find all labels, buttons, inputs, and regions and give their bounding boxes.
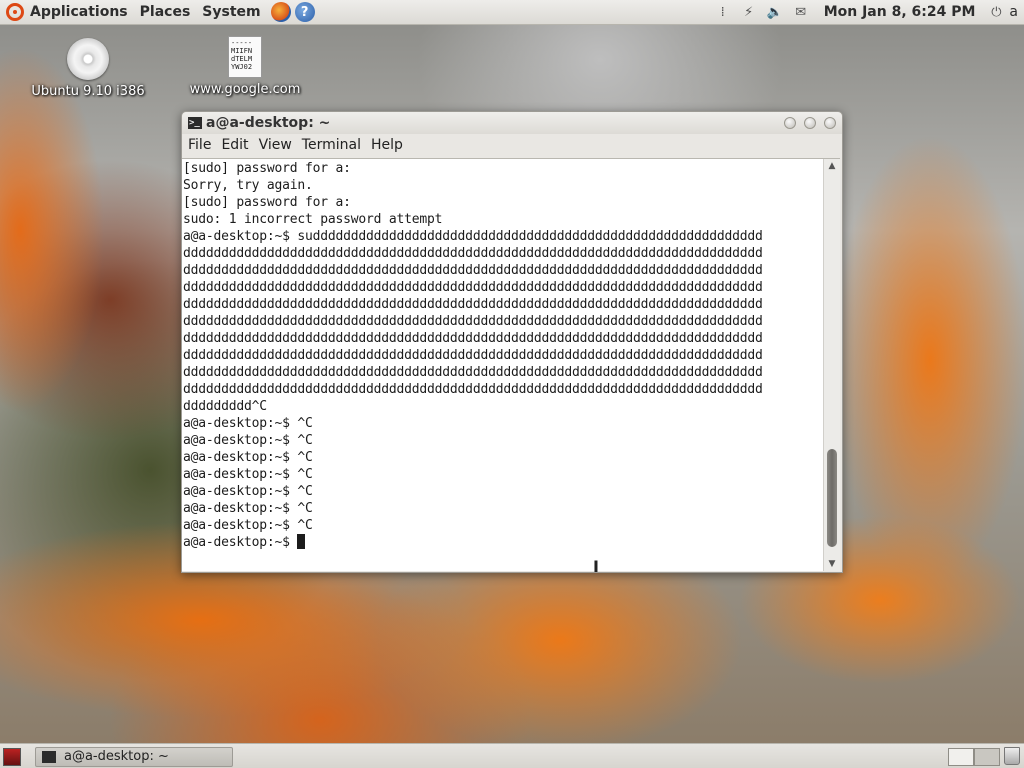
taskbar-item-terminal[interactable]: a@a-desktop: ~ — [35, 746, 233, 767]
clock[interactable]: Mon Jan 8, 6:24 PM — [824, 4, 976, 20]
terminal-window: >_ a@a-desktop: ~ File Edit View Termina… — [181, 111, 843, 573]
terminal-line: a@a-desktop:~$ ^C — [183, 433, 313, 448]
terminal-line: a@a-desktop:~$ ^C — [183, 518, 313, 533]
desktop-icon-label: Ubuntu 9.10 i386 — [31, 84, 145, 99]
scroll-up-icon[interactable]: ▲ — [824, 159, 840, 173]
terminal-line: sudo: 1 incorrect password attempt — [183, 212, 443, 227]
menu-edit[interactable]: Edit — [216, 137, 253, 153]
cd-icon — [67, 38, 109, 80]
terminal-icon — [42, 750, 56, 763]
terminal-line: dddddddddddddddddddddddddddddddddddddddd… — [183, 348, 763, 363]
file-preview-text: ----- MIIFN dTELM YWJ02 — [231, 39, 253, 71]
terminal-line: a@a-desktop:~$ suddddddddddddddddddddddd… — [183, 229, 763, 244]
scroll-down-icon[interactable]: ▼ — [824, 557, 840, 571]
terminal-menubar: File Edit View Terminal Help — [182, 134, 842, 156]
window-controls — [776, 117, 836, 129]
terminal-output-area[interactable]: [sudo] password for a: Sorry, try again. [… — [182, 158, 840, 571]
panel-tray: ⁞ ⚡ 🔈 ✉ Mon Jan 8, 6:24 PM ⏻ a — [710, 0, 1024, 24]
workspace-switcher — [948, 747, 1000, 766]
terminal-line: dddddddddddddddddddddddddddddddddddddddd… — [183, 382, 763, 397]
scrollbar-thumb[interactable] — [827, 449, 837, 547]
minimize-button[interactable] — [784, 117, 796, 129]
desktop-icon-certificate[interactable]: ----- MIIFN dTELM YWJ02 www.google.com — [180, 36, 310, 97]
terminal-line: [sudo] password for a: — [183, 161, 351, 176]
terminal-line: ddddddddd^C — [183, 399, 267, 414]
terminal-line: a@a-desktop:~$ ^C — [183, 416, 313, 431]
maximize-button[interactable] — [804, 117, 816, 129]
separator-icon: ⁞ — [720, 4, 725, 20]
taskbar-item-label: a@a-desktop: ~ — [64, 749, 169, 764]
scrollbar[interactable]: ▲ ▼ — [823, 159, 840, 571]
help-icon[interactable]: ? — [294, 2, 315, 22]
certificate-file-icon: ----- MIIFN dTELM YWJ02 — [228, 36, 262, 78]
desktop-icon-cd[interactable]: Ubuntu 9.10 i386 — [23, 38, 153, 99]
mail-icon[interactable]: ✉ — [791, 2, 811, 22]
user-name[interactable]: a — [1009, 4, 1018, 20]
firefox-icon[interactable] — [270, 2, 291, 22]
menu-terminal[interactable]: Terminal — [297, 137, 366, 153]
workspace-2[interactable] — [974, 747, 1000, 766]
terminal-line: dddddddddddddddddddddddddddddddddddddddd… — [183, 331, 763, 346]
show-desktop-button[interactable] — [3, 747, 21, 766]
terminal-line: Sorry, try again. — [183, 178, 313, 193]
trash-icon[interactable] — [1004, 747, 1020, 765]
ubuntu-logo-icon[interactable] — [6, 3, 24, 21]
terminal-line: dddddddddddddddddddddddddddddddddddddddd… — [183, 263, 763, 278]
terminal-line: dddddddddddddddddddddddddddddddddddddddd… — [183, 314, 763, 329]
menu-help[interactable]: Help — [366, 137, 408, 153]
bottom-panel: a@a-desktop: ~ — [0, 743, 1024, 768]
terminal-prompt-line[interactable]: a@a-desktop:~$ — [183, 534, 823, 551]
mouse-ibeam-cursor-icon: I — [593, 557, 599, 576]
menu-view[interactable]: View — [254, 137, 297, 153]
terminal-line: a@a-desktop:~$ ^C — [183, 484, 313, 499]
terminal-line: dddddddddddddddddddddddddddddddddddddddd… — [183, 280, 763, 295]
terminal-line: dddddddddddddddddddddddddddddddddddddddd… — [183, 365, 763, 380]
window-title: a@a-desktop: ~ — [206, 115, 331, 131]
terminal-line: dddddddddddddddddddddddddddddddddddddddd… — [183, 246, 763, 261]
power-icon[interactable]: ⏻ — [986, 2, 1006, 22]
network-icon[interactable]: ⚡ — [739, 2, 759, 22]
terminal-line: a@a-desktop:~$ ^C — [183, 501, 313, 516]
terminal-cursor — [297, 534, 306, 549]
desktop-icon-label: www.google.com — [189, 82, 301, 97]
terminal-icon: >_ — [188, 117, 202, 129]
menu-file[interactable]: File — [183, 137, 216, 153]
top-panel: Applications Places System ? ⁞ ⚡ 🔈 ✉ Mon… — [0, 0, 1024, 25]
close-button[interactable] — [824, 117, 836, 129]
terminal-line: a@a-desktop:~$ ^C — [183, 467, 313, 482]
volume-icon[interactable]: 🔈 — [765, 2, 785, 22]
terminal-line: dddddddddddddddddddddddddddddddddddddddd… — [183, 297, 763, 312]
menu-places[interactable]: Places — [134, 4, 197, 20]
menu-applications[interactable]: Applications — [24, 4, 134, 20]
terminal-line: a@a-desktop:~$ ^C — [183, 450, 313, 465]
terminal-text[interactable]: [sudo] password for a: Sorry, try again. [… — [183, 160, 823, 570]
menu-system[interactable]: System — [196, 4, 266, 20]
workspace-1[interactable] — [948, 747, 974, 766]
window-titlebar[interactable]: >_ a@a-desktop: ~ — [182, 112, 842, 134]
terminal-prompt: a@a-desktop:~$ — [183, 535, 298, 550]
terminal-line: [sudo] password for a: — [183, 195, 351, 210]
